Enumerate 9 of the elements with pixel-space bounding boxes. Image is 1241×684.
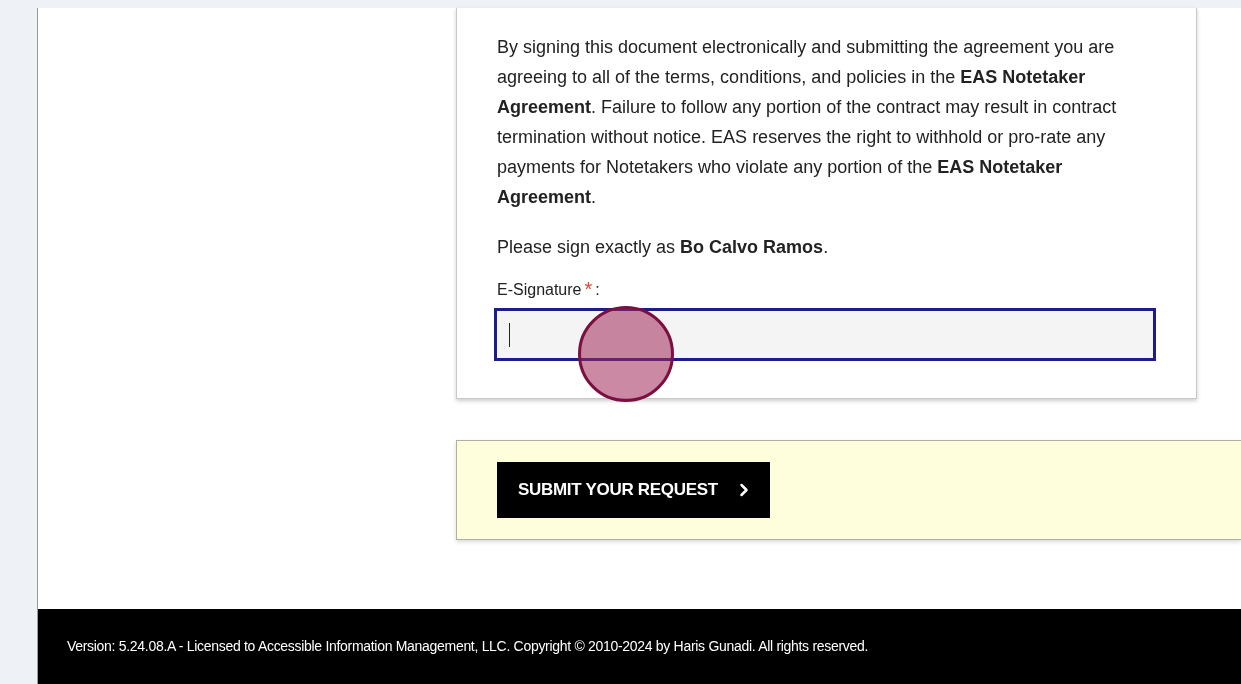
label-colon: : — [595, 280, 600, 300]
agreement-text: By signing this document electronically and submitting the agreement you are agreeing to all of the terms, conditions, and policies in the EAS Notetaker Agreement. Failure to follow any portion of the contract may result in contract termination without notice. EAS reserves the right to withhold or pro-rate any payments for Notetakers who violate any portion of the EAS Notetaker Agreement. — [497, 36, 1118, 209]
sign-instruction: Please sign exactly as Bo Calvo Ramos. — [497, 236, 830, 259]
footer-text: Version: 5.24.08.A - Licensed to Accessible Information Management, LLC. Copyright © 2010-2024 by Haris Gunadi. All rights reserved. — [67, 637, 869, 656]
text-cursor — [509, 322, 510, 347]
field-label: E-Signature — [497, 280, 582, 300]
required-mark: * — [584, 280, 593, 298]
submit-button[interactable]: SUBMIT YOUR REQUEST — [497, 462, 770, 518]
signature-field[interactable] — [494, 308, 1156, 361]
